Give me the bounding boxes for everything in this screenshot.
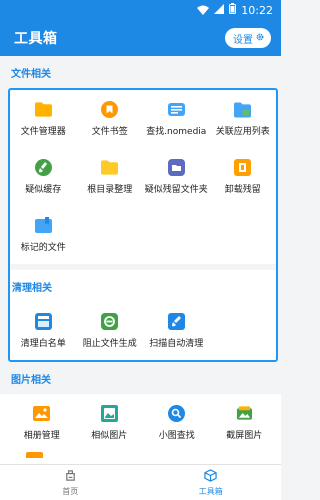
settings-button[interactable]: 设置 (225, 28, 271, 48)
app-folder-icon (234, 101, 252, 118)
status-bar: 10:22 (0, 0, 281, 20)
screenshot-icon (236, 405, 253, 422)
tool-scan-auto-clean[interactable]: 扫描自动清理 (143, 302, 210, 360)
bookmark-icon (101, 101, 119, 118)
tool-marked-files[interactable]: 标记的文件 (10, 206, 77, 264)
marked-file-icon (34, 217, 52, 234)
tool-screenshots[interactable]: 截屏图片 (211, 394, 279, 452)
signal-icon (214, 3, 225, 17)
gear-icon (256, 33, 264, 44)
root-folder-icon (101, 159, 119, 176)
app-bar: 工具箱 设置 (0, 20, 281, 56)
empty-cell (210, 302, 277, 360)
wifi-icon (197, 5, 210, 15)
similar-image-icon (100, 405, 118, 422)
tool-associated-apps[interactable]: 关联应用列表 (210, 90, 277, 148)
tool-file-manager[interactable]: 文件管理器 (10, 90, 77, 148)
small-image-search-icon (168, 405, 186, 422)
album-icon (33, 405, 51, 422)
tool-clean-whitelist[interactable]: 清理白名单 (10, 302, 77, 360)
partial-item-icon (26, 452, 43, 458)
tool-suspected-cache[interactable]: 疑似缓存 (10, 148, 77, 206)
tool-residual-folders[interactable]: 疑似残留文件夹 (143, 148, 210, 206)
battery-icon (229, 3, 237, 17)
settings-label: 设置 (233, 34, 253, 46)
tool-file-bookmarks[interactable]: 文件书签 (77, 90, 144, 148)
toolbox-content: 文件相关 文件管理器 文件书签 查找.nomedia 关联应用列表 疑似缓存 根… (0, 56, 281, 464)
section-title-cleaning: 清理相关 (12, 282, 52, 294)
nav-toolbox[interactable]: 工具箱 (141, 465, 282, 500)
cleaning-tools-grid: 清理白名单 阻止文件生成 扫描自动清理 (10, 302, 276, 360)
whitelist-icon (34, 313, 52, 330)
image-tools-grid: 相册管理 相似图片 小图查找 截屏图片 (0, 394, 281, 452)
file-tools-grid: 文件管理器 文件书签 查找.nomedia 关联应用列表 疑似缓存 根目录整理 … (10, 90, 276, 264)
tool-small-image-search[interactable]: 小图查找 (143, 394, 211, 452)
uninstall-residue-icon (234, 159, 252, 176)
toolbox-icon (204, 468, 217, 484)
nav-home[interactable]: 首页 (0, 465, 141, 500)
next-row-peek (0, 452, 281, 464)
page-title: 工具箱 (14, 31, 58, 47)
image-tools-panel: 相册管理 相似图片 小图查找 截屏图片 (0, 394, 281, 464)
section-title-files: 文件相关 (11, 68, 51, 80)
tool-album-manager[interactable]: 相册管理 (8, 394, 76, 452)
clean-brush-icon (34, 159, 52, 176)
tool-uninstall-residue[interactable]: 卸载残留 (210, 148, 277, 206)
section-title-images: 图片相关 (11, 374, 51, 386)
tool-block-file-creation[interactable]: 阻止文件生成 (77, 302, 144, 360)
tool-root-organize[interactable]: 根目录整理 (77, 148, 144, 206)
folder-icon (34, 101, 52, 118)
tool-similar-images[interactable]: 相似图片 (76, 394, 144, 452)
tool-find-nomedia[interactable]: 查找.nomedia (143, 90, 210, 148)
home-icon (64, 469, 77, 484)
status-time: 10:22 (241, 3, 273, 17)
search-file-icon (167, 101, 185, 118)
bottom-navigation: 首页 工具箱 (0, 464, 281, 500)
residual-folder-icon (167, 159, 185, 176)
block-file-icon (101, 313, 119, 330)
highlighted-panel: 文件管理器 文件书签 查找.nomedia 关联应用列表 疑似缓存 根目录整理 … (8, 88, 278, 362)
auto-clean-icon (167, 313, 185, 330)
